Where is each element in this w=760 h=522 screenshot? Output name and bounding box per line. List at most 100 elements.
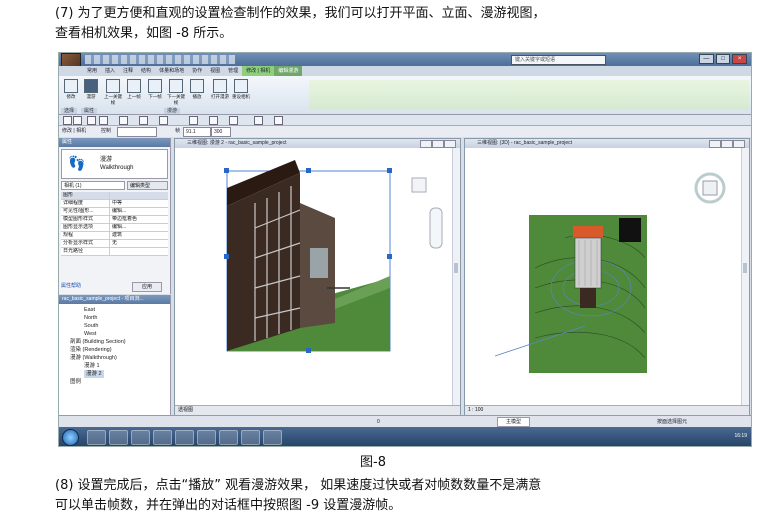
type-name-en: Walkthrough — [100, 165, 134, 171]
tool-icon[interactable] — [99, 116, 108, 125]
taskbar-app-icon[interactable] — [153, 430, 172, 445]
browser-tree-item[interactable]: South — [59, 322, 170, 330]
tab-annotate[interactable]: 注释 — [119, 66, 137, 76]
tab-edit-walkthrough[interactable]: 编辑漫游 — [274, 66, 303, 76]
edit-type-button[interactable]: 编辑类型 — [127, 181, 168, 190]
project-browser: rac_basic_sample_project - 项目浏... East No… — [59, 295, 171, 415]
prev-frame-button[interactable]: 上一帧 — [125, 79, 143, 100]
maximize-button[interactable]: □ — [715, 54, 731, 64]
type-name-cn: 漫游 — [100, 157, 113, 163]
view-minimize-button[interactable] — [420, 140, 432, 148]
window-controls: — □ × — [699, 54, 748, 64]
view-restore-button[interactable] — [432, 140, 444, 148]
tool-icon[interactable] — [209, 116, 218, 125]
properties-help-link[interactable]: 属性帮助 — [61, 283, 81, 289]
play-icon — [190, 79, 204, 93]
tool-icon[interactable] — [254, 116, 263, 125]
taskbar-app-icon[interactable] — [219, 430, 238, 445]
next-key-frame-button[interactable]: 下一关键帧 — [167, 79, 185, 106]
taskbar-app-icon[interactable] — [175, 430, 194, 445]
taskbar-app-icon[interactable] — [87, 430, 106, 445]
3d-view[interactable]: 三维视图: {3D} - rac_basic_sample_project 1 … — [464, 138, 750, 416]
view-restore-button[interactable] — [721, 140, 733, 148]
play-button[interactable]: 播放 — [188, 79, 206, 100]
walkthrough-view[interactable]: 三维视图: 漫游 2 - rac_basic_sample_project 透视… — [174, 138, 461, 416]
tab-structure[interactable]: 结构 — [137, 66, 155, 76]
browser-tree-item[interactable]: 图例 — [59, 378, 170, 386]
tab-home[interactable]: 常用 — [83, 66, 101, 76]
tab-modify-camera[interactable]: 修改 | 相机 — [242, 66, 275, 76]
vertical-scrollbar[interactable] — [452, 148, 460, 406]
tool-icon[interactable] — [119, 116, 128, 125]
tab-collaborate[interactable]: 协作 — [188, 66, 206, 76]
browser-tree-item[interactable]: East — [59, 306, 170, 314]
open-walkthrough-button[interactable]: 打开漫游 — [211, 79, 229, 100]
panel-label-select: 选择 — [61, 108, 78, 114]
property-row[interactable]: 可见性/图形... 编辑... — [61, 208, 168, 216]
property-row[interactable]: 图形显示选项 编辑... — [61, 224, 168, 232]
start-button[interactable] — [62, 429, 79, 446]
taskbar-app-icon[interactable] — [197, 430, 216, 445]
next-frame-button[interactable]: 下一帧 — [146, 79, 164, 100]
browser-tree-item[interactable]: 漫游 1 — [59, 362, 170, 370]
tool-icon[interactable] — [73, 116, 82, 125]
minimize-button[interactable]: — — [699, 54, 714, 64]
instance-selector[interactable]: 相机 (1) — [61, 181, 125, 190]
taskbar-app-icon[interactable] — [263, 430, 282, 445]
next-frame-icon — [148, 79, 162, 93]
browser-tree-item[interactable]: 漫游 (Walkthrough) — [59, 354, 170, 362]
taskbar-app-icon[interactable] — [109, 430, 128, 445]
property-row[interactable]: 规程 建筑 — [61, 232, 168, 240]
tool-icon[interactable] — [87, 116, 96, 125]
property-row[interactable]: 详细程度 中等 — [61, 200, 168, 208]
view-title: 三维视图: {3D} - rac_basic_sample_project — [465, 139, 749, 148]
property-row[interactable]: 模型图形样式 带边框着色 — [61, 216, 168, 224]
figure-caption: 图-8 — [360, 455, 386, 470]
prev-frame-icon — [127, 79, 141, 93]
view-minimize-button[interactable] — [709, 140, 721, 148]
view-scale-label: 透视图 — [178, 407, 194, 413]
tab-massing-site[interactable]: 体量和场地 — [155, 66, 188, 76]
tab-insert[interactable]: 插入 — [101, 66, 119, 76]
view-close-button[interactable] — [733, 140, 745, 148]
view-title: 三维视图: 漫游 2 - rac_basic_sample_project — [175, 139, 460, 148]
view-control-bar: 1 : 100 — [465, 405, 749, 415]
total-frames-button[interactable]: 300 — [211, 127, 231, 137]
property-group[interactable]: 图形 — [61, 192, 168, 200]
tab-manage[interactable]: 管理 — [224, 66, 242, 76]
taskbar-app-icon[interactable] — [131, 430, 150, 445]
tool-icon[interactable] — [139, 116, 148, 125]
type-selector[interactable]: 👣 漫游 Walkthrough — [61, 149, 168, 179]
browser-tree-item[interactable]: 渲染 (Rendering) — [59, 346, 170, 354]
tool-icon[interactable] — [274, 116, 283, 125]
prev-key-frame-button[interactable]: 上一关键帧 — [104, 79, 122, 106]
tab-view[interactable]: 视图 — [206, 66, 224, 76]
tool-icon[interactable] — [229, 116, 238, 125]
quick-access-toolbar[interactable] — [85, 55, 235, 64]
walkthrough-props-button[interactable]: 漫游 — [82, 79, 100, 100]
browser-tree-item[interactable]: 漫游 2 — [59, 370, 170, 378]
browser-tree: East North South West 剖面 (Building Section) 渲… — [59, 304, 170, 386]
tool-icon[interactable] — [63, 116, 72, 125]
property-row[interactable]: 分析显示样式无 — [61, 240, 168, 248]
view-title-text: 三维视图: 漫游 2 - rac_basic_sample_project — [187, 140, 287, 146]
frame-input[interactable]: 91.1 — [183, 127, 211, 137]
property-row[interactable]: 日光路径 — [61, 248, 168, 256]
properties-header: 属性 — [59, 138, 170, 147]
modify-button[interactable]: 修改 — [62, 79, 80, 100]
apply-button[interactable]: 应用 — [132, 282, 162, 292]
reset-camera-button[interactable]: 重设相机 — [232, 79, 250, 100]
tool-icon[interactable] — [189, 116, 198, 125]
panel-label-walkthrough: 漫游 — [164, 108, 181, 114]
browser-tree-item[interactable]: North — [59, 314, 170, 322]
browser-tree-item[interactable]: 剖面 (Building Section) — [59, 338, 170, 346]
browser-tree-item[interactable]: West — [59, 330, 170, 338]
close-button[interactable]: × — [732, 54, 748, 64]
active-model-select[interactable]: 主模型 — [497, 417, 531, 427]
control-select[interactable] — [117, 127, 157, 137]
view-close-button[interactable] — [444, 140, 456, 148]
help-search-input[interactable]: 键入关键字或短语 — [511, 55, 606, 65]
vertical-scrollbar[interactable] — [741, 148, 749, 406]
tool-icon[interactable] — [159, 116, 168, 125]
taskbar-app-icon[interactable] — [241, 430, 260, 445]
